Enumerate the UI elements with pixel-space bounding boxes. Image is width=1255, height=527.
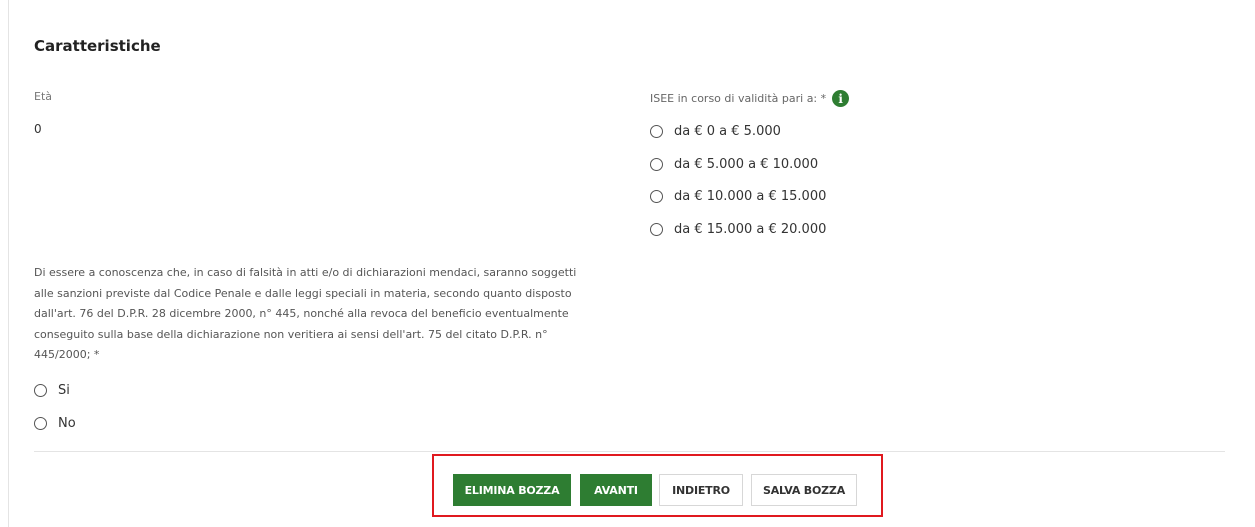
isee-option-label: da € 10.000 a € 15.000 [674,189,827,204]
declaration-line: conseguito sulla base della dichiarazion… [34,327,548,341]
actions-divider [34,451,1225,452]
isee-option-label: da € 0 a € 5.000 [674,124,781,139]
radio-circle-icon[interactable] [650,190,663,203]
elimina-bozza-button[interactable]: ELIMINA BOZZA [453,474,571,506]
declaration-line: 445/2000; * [34,348,100,361]
isee-option-2[interactable]: da € 5.000 a € 10.000 [650,157,818,172]
radio-circle-icon[interactable] [650,158,663,171]
info-icon[interactable]: i [832,90,850,107]
radio-circle-icon[interactable] [650,125,663,138]
eta-value: 0 [34,122,42,136]
declaration-option-si[interactable]: Si [34,383,70,398]
declaration-option-label: Si [58,383,70,398]
declaration-line: Di essere a conoscenza che, in caso di f… [34,266,577,279]
radio-circle-icon[interactable] [650,223,663,236]
radio-circle-icon[interactable] [34,384,47,397]
radio-circle-icon[interactable] [34,417,47,430]
declaration-text: Di essere a conoscenza che, in caso di f… [34,263,634,366]
declaration-option-no[interactable]: No [34,416,76,431]
eta-label: Età [34,90,53,103]
declaration-option-label: No [58,416,76,431]
isee-option-label: da € 5.000 a € 10.000 [674,157,819,172]
content-left-border [8,0,9,527]
declaration-line: alle sanzioni previste dal Codice Penale… [34,286,572,300]
isee-option-4[interactable]: da € 15.000 a € 20.000 [650,222,826,237]
avanti-button[interactable]: AVANTI [580,474,652,506]
isee-label: ISEE in corso di validità pari a: * i [650,90,850,107]
isee-option-label: da € 15.000 a € 20.000 [674,222,827,237]
section-title: Caratteristiche [34,37,161,55]
isee-label-text: ISEE in corso di validità pari a: * [650,92,827,105]
declaration-line: dall'art. 76 del D.P.R. 28 dicembre 2000… [34,307,569,320]
isee-option-1[interactable]: da € 0 a € 5.000 [650,124,781,139]
indietro-button[interactable]: INDIETRO [659,474,743,506]
salva-bozza-button[interactable]: SALVA BOZZA [751,474,857,506]
isee-option-3[interactable]: da € 10.000 a € 15.000 [650,189,826,204]
